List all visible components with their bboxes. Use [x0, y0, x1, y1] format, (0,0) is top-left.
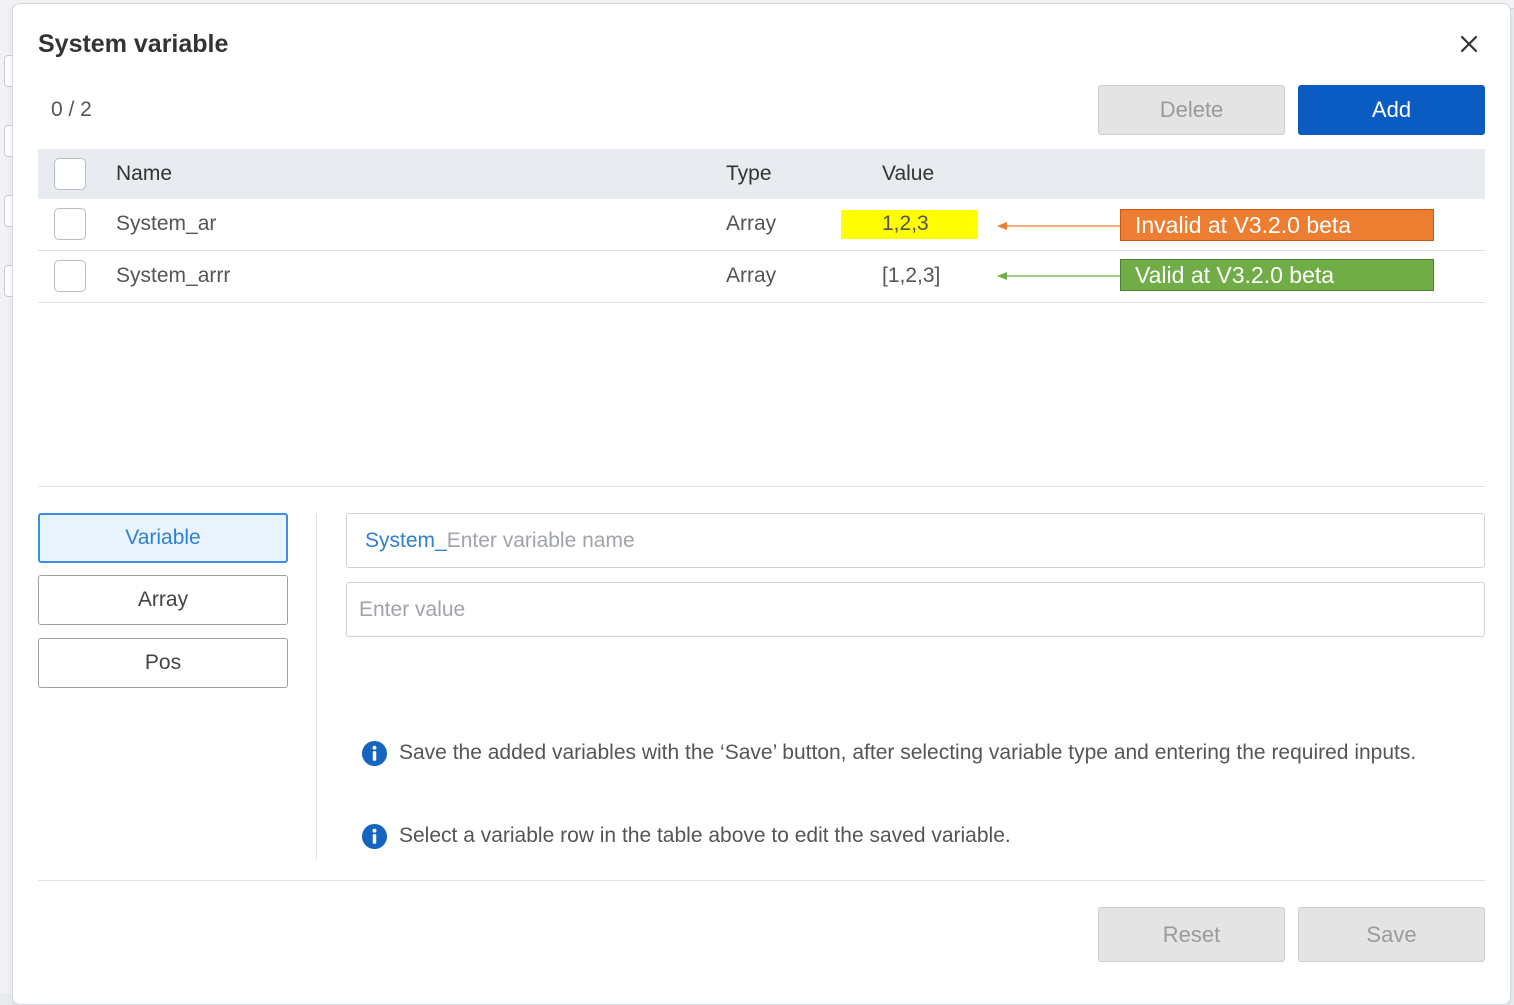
name-prefix: System_: [365, 529, 447, 552]
type-array-button[interactable]: Array: [38, 575, 288, 625]
reset-button[interactable]: Reset: [1098, 907, 1285, 962]
info-icon: [361, 740, 388, 767]
name-placeholder: Enter variable name: [446, 529, 635, 552]
section-divider: [38, 486, 1485, 487]
row-value: [1,2,3]: [882, 264, 941, 287]
row-checkbox[interactable]: [54, 208, 86, 240]
delete-button[interactable]: Delete: [1098, 85, 1285, 135]
row-type: Array: [726, 264, 777, 287]
info-icon: [361, 823, 388, 850]
save-button[interactable]: Save: [1298, 907, 1485, 962]
select-all-checkbox[interactable]: [54, 158, 86, 190]
valid-annotation: Valid at V3.2.0 beta: [1120, 259, 1434, 291]
dialog-title: System variable: [38, 30, 229, 58]
row-value: 1,2,3: [882, 212, 929, 235]
close-icon[interactable]: [1453, 28, 1485, 60]
system-variable-dialog: System variable 0 / 2 Delete Add Name Ty…: [12, 3, 1511, 1005]
table-header: Name Type Value: [38, 149, 1485, 199]
header-value: Value: [882, 162, 935, 185]
value-placeholder: Enter value: [359, 598, 466, 621]
row-checkbox[interactable]: [54, 260, 86, 292]
info-text: Save the added variables with the ‘Save’…: [399, 741, 1417, 764]
type-variable-button[interactable]: Variable: [38, 513, 288, 563]
row-type: Array: [726, 212, 777, 235]
header-type: Type: [726, 162, 772, 185]
footer-divider: [38, 880, 1485, 881]
variable-value-input[interactable]: Enter value: [346, 582, 1485, 637]
type-pos-button[interactable]: Pos: [38, 638, 288, 688]
row-name: System_ar: [116, 212, 217, 235]
invalid-annotation: Invalid at V3.2.0 beta: [1120, 209, 1434, 241]
header-name: Name: [116, 162, 173, 185]
valid-arrow: [997, 272, 1121, 280]
invalid-arrow: [997, 222, 1121, 230]
variable-name-input[interactable]: System_Enter variable name: [346, 513, 1485, 568]
selection-count: 0 / 2: [51, 98, 92, 121]
add-button[interactable]: Add: [1298, 85, 1485, 135]
row-name: System_arrr: [116, 264, 231, 287]
info-text: Select a variable row in the table above…: [399, 824, 1011, 847]
vertical-divider: [316, 514, 317, 860]
